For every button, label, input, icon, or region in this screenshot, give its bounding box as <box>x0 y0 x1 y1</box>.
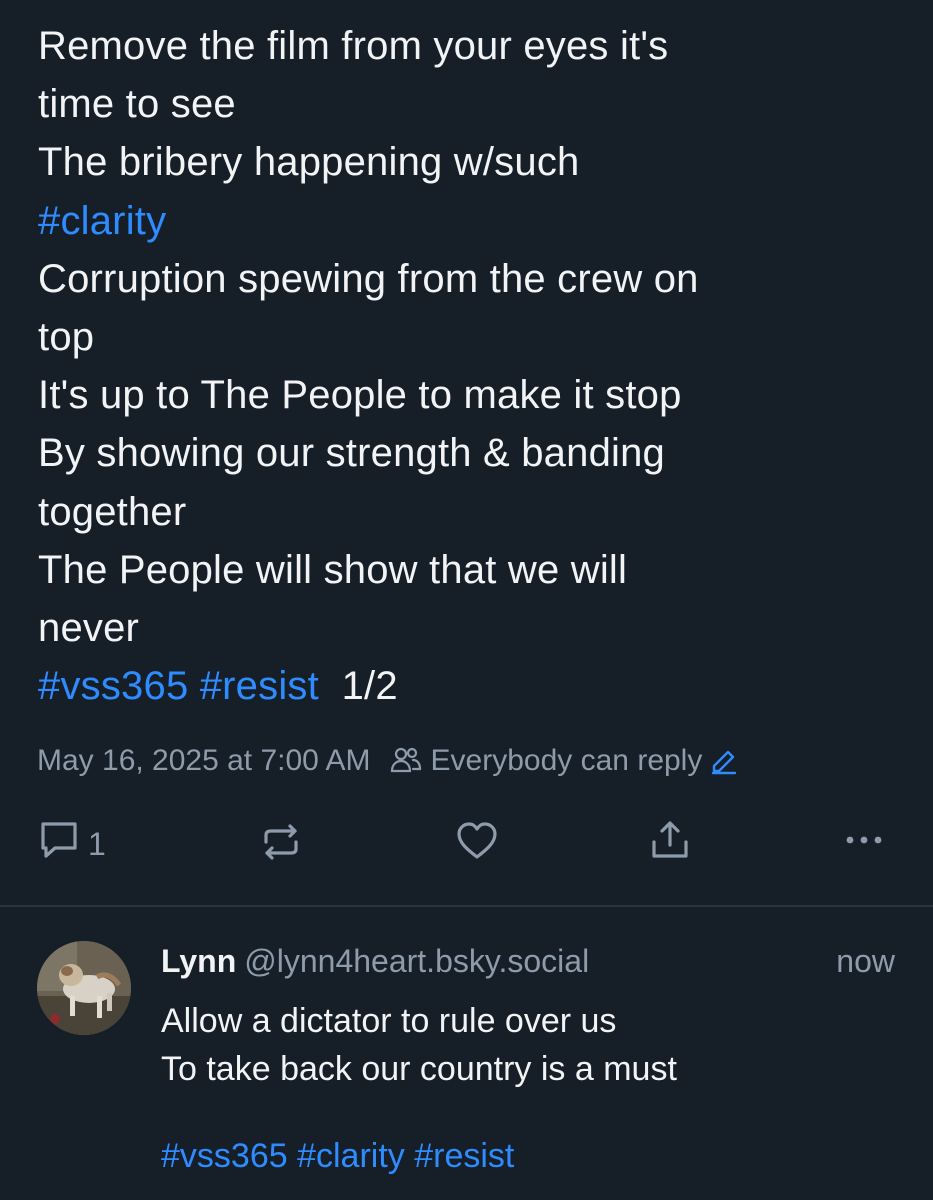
post-line: By showing our strength & banding <box>38 431 665 476</box>
hashtag-link[interactable]: #vss365 <box>38 664 188 708</box>
reply-line: To take back our country is a must <box>161 1050 677 1088</box>
reply-timestamp[interactable]: now <box>836 943 895 980</box>
post-line: Remove the film from your eyes it's <box>38 24 669 68</box>
post-line: The People will show that we will <box>38 547 628 592</box>
edit-icon[interactable] <box>710 747 738 775</box>
post-line: The bribery happening w/such <box>38 140 580 185</box>
repost-icon <box>257 818 305 874</box>
reply-count: 1 <box>88 825 106 862</box>
share-icon <box>647 818 693 872</box>
reply-line: Allow a dictator to rule over us <box>161 1002 617 1040</box>
post-text: Remove the film from your eyes it's time… <box>38 17 918 715</box>
avatar[interactable] <box>37 941 131 1035</box>
reply-hashtags[interactable]: #vss365 #clarity #resist <box>161 1137 514 1176</box>
more-options-button[interactable] <box>842 818 886 870</box>
reply-icon <box>38 818 82 870</box>
post-timestamp[interactable]: May 16, 2025 at 7:00 AM <box>37 744 371 778</box>
people-icon <box>389 746 423 776</box>
post-tags-line: #vss365 #resist 1/2 <box>38 657 918 715</box>
reply-header: Lynn @lynn4heart.bsky.social <box>161 943 589 980</box>
like-button[interactable] <box>454 818 500 872</box>
reply-text: Allow a dictator to rule over us To take… <box>161 997 677 1093</box>
reply-author-handle[interactable]: @lynn4heart.bsky.social <box>244 943 589 979</box>
reply-button[interactable]: 1 <box>38 818 106 870</box>
post-line: It's up to The People to make it stop <box>38 373 682 418</box>
post-line: never <box>38 606 140 651</box>
share-button[interactable] <box>647 818 693 872</box>
post-actions: 1 <box>0 818 933 872</box>
hashtag-link[interactable]: #resist <box>200 664 319 708</box>
reply-author-name[interactable]: Lynn <box>161 943 236 979</box>
reply-setting[interactable]: Everybody can reply <box>431 744 703 778</box>
repost-button[interactable] <box>257 818 305 874</box>
hashtag-link[interactable]: #clarity <box>38 192 918 250</box>
post-line: Corruption spewing from the crew on <box>38 256 699 301</box>
post-line: top <box>38 315 95 360</box>
like-icon <box>454 818 500 872</box>
post-line: together <box>38 489 187 534</box>
more-icon <box>842 818 886 870</box>
reply-post[interactable]: Lynn @lynn4heart.bsky.social now Allow a … <box>0 907 933 1200</box>
thread-counter: 1/2 <box>341 664 398 709</box>
post-meta: May 16, 2025 at 7:00 AM Everybody can re… <box>37 744 738 778</box>
post-line: time to see <box>38 82 236 127</box>
